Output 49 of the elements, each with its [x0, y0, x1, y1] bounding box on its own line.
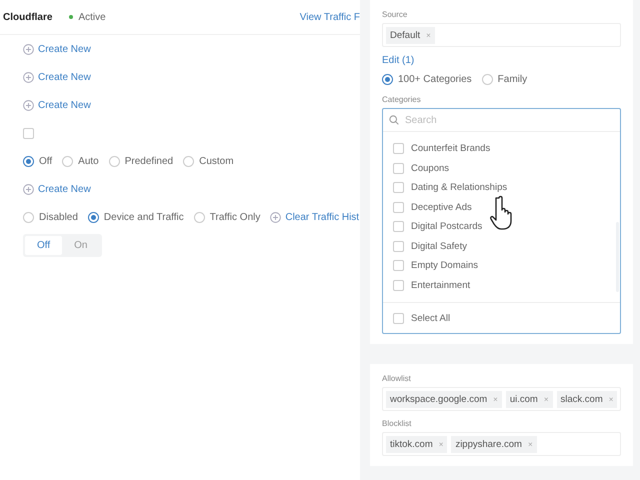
field-label: Allowlist	[382, 374, 412, 383]
tag-label: zippyshare.com	[455, 438, 522, 450]
category-option[interactable]: Digital Postcards	[393, 217, 610, 236]
category-option[interactable]: Deceptive Ads	[393, 198, 610, 217]
tag-label: Default	[390, 30, 420, 40]
create-new-link[interactable]: Create New	[23, 100, 91, 110]
view-traffic-link[interactable]: View Traffic F	[300, 12, 360, 22]
status-dot	[69, 15, 74, 19]
radio-option[interactable]: Traffic Only	[194, 212, 260, 222]
select-all-option[interactable]: Select All	[383, 303, 620, 333]
scrollbar[interactable]	[616, 222, 620, 292]
category-option[interactable]: Dating & Relationships	[393, 178, 610, 198]
toggle-option[interactable]: Off	[25, 236, 62, 254]
clear-traffic-history-link[interactable]: Clear Traffic Hist	[270, 212, 360, 222]
tag-label: tiktok.com	[390, 438, 433, 450]
radio-option[interactable]: Predefined	[108, 156, 174, 166]
create-new-link[interactable]: Create New	[23, 44, 91, 54]
source-field[interactable]: Default ×	[382, 23, 622, 47]
field-label: Source	[382, 10, 408, 19]
radio-option[interactable]: Device and Traffic	[88, 212, 184, 222]
tag-label: slack.com	[560, 394, 603, 404]
plus-icon	[23, 100, 34, 110]
search-field[interactable]: Search	[405, 114, 585, 126]
checkbox[interactable]	[23, 128, 34, 138]
status-label: Active	[78, 12, 106, 22]
category-option[interactable]: Coupons	[393, 158, 610, 178]
create-new-link[interactable]: Create New	[23, 72, 91, 82]
plus-icon	[23, 44, 34, 54]
category-option[interactable]: Entertainment	[393, 276, 610, 295]
plus-icon	[23, 184, 34, 194]
field-label: Categories	[382, 95, 422, 104]
radio-option[interactable]: Off	[23, 156, 52, 166]
radio-option[interactable]: Auto	[62, 156, 99, 166]
radio-option[interactable]: 100+ Categories	[382, 74, 472, 85]
radio-option[interactable]: Custom	[183, 156, 234, 166]
plus-icon	[270, 212, 282, 222]
app-title: Cloudflare	[3, 12, 52, 22]
tag-label: ui.com	[510, 394, 538, 404]
plus-icon	[23, 72, 34, 82]
search-icon	[389, 115, 399, 125]
edit-link[interactable]: Edit (1)	[382, 55, 622, 66]
create-new-link[interactable]: Create New	[23, 184, 91, 194]
tag-label: workspace.google.com	[390, 394, 488, 404]
category-option[interactable]: Empty Domains	[393, 256, 610, 276]
category-option[interactable]: Digital Safety	[393, 236, 610, 256]
radio-option[interactable]: Family	[482, 74, 528, 85]
radio-option[interactable]: Disabled	[23, 212, 78, 222]
category-option[interactable]: Counterfeit Brands	[393, 139, 610, 158]
field-label: Blocklist	[382, 419, 412, 428]
